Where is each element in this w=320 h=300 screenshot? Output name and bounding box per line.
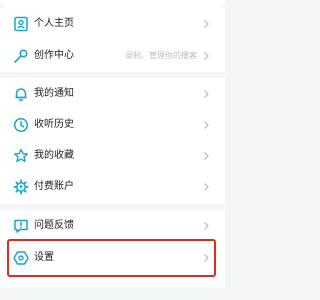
chevron-right-icon: [201, 19, 211, 29]
top-rounded-edge: [0, 0, 225, 8]
chevron-right-icon: [201, 182, 211, 192]
mic-icon: [12, 47, 30, 65]
feedback-icon: [12, 217, 30, 235]
chevron-right-icon: [201, 151, 211, 161]
chevron-right-icon: [201, 221, 211, 231]
menu-item-label: 我的收藏: [34, 150, 74, 161]
menu-item-profile[interactable]: 个人主页: [0, 8, 225, 40]
settings-highlight-box: [7, 239, 216, 277]
menu-item-favorites[interactable]: 我的收藏: [0, 140, 225, 172]
chevron-right-icon: [201, 89, 211, 99]
menu-item-label: 个人主页: [34, 18, 74, 29]
clock-icon: [12, 116, 30, 134]
menu-item-label: 付费账户: [34, 181, 74, 192]
menu-item-label: 问题反馈: [34, 220, 74, 231]
menu-item-notifications[interactable]: 我的通知: [0, 78, 225, 110]
bell-icon: [12, 85, 30, 103]
profile-card-icon: [12, 15, 30, 33]
menu-group-profile: 个人主页 创作中心 录制、管理你的播客: [0, 8, 225, 72]
menu-item-label: 我的通知: [34, 88, 74, 99]
menu-item-label: 收听历史: [34, 119, 74, 130]
chevron-right-icon: [201, 120, 211, 130]
star-icon: [12, 147, 30, 165]
menu-item-label: 创作中心: [34, 50, 74, 61]
menu-group-activity: 我的通知 收听历史 我的收藏 付费账户: [0, 78, 225, 204]
menu-item-history[interactable]: 收听历史: [0, 109, 225, 141]
menu-item-paid-account[interactable]: 付费账户: [0, 171, 225, 203]
gear-wallet-icon: [12, 178, 30, 196]
menu-item-creator-center[interactable]: 创作中心 录制、管理你的播客: [0, 40, 225, 72]
menu-item-hint: 录制、管理你的播客: [125, 51, 197, 60]
menu-item-feedback[interactable]: 问题反馈: [0, 210, 225, 242]
chevron-right-icon: [201, 51, 211, 61]
